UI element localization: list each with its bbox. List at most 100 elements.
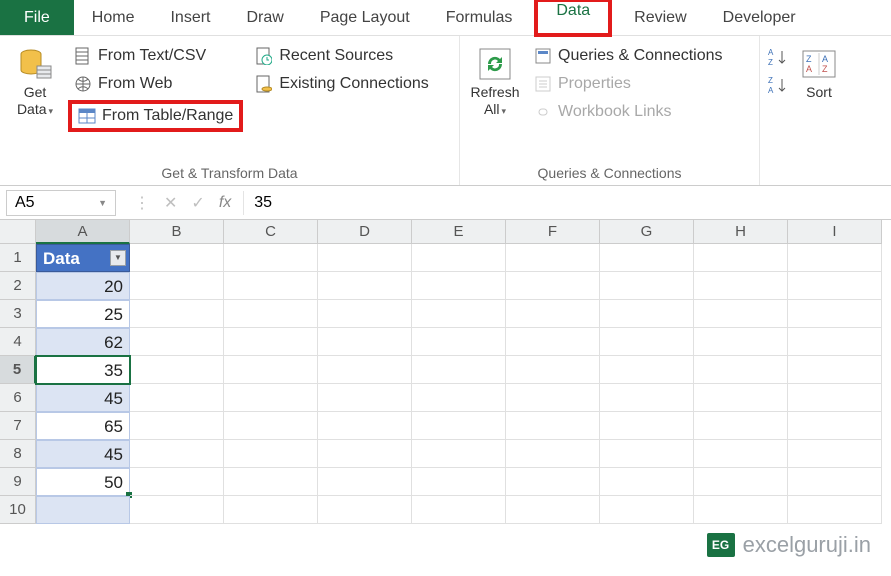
tab-draw[interactable]: Draw (228, 0, 301, 35)
cell[interactable] (788, 440, 882, 468)
refresh-all-button[interactable]: RefreshAll▾ (468, 40, 522, 118)
col-header-H[interactable]: H (694, 220, 788, 244)
sort-asc-button[interactable]: AZ (768, 48, 786, 66)
cell[interactable] (318, 496, 412, 524)
recent-sources-button[interactable]: Recent Sources (249, 44, 434, 68)
cell[interactable] (318, 440, 412, 468)
from-text-csv-button[interactable]: From Text/CSV (68, 44, 243, 68)
cell[interactable] (600, 300, 694, 328)
cell[interactable] (130, 356, 224, 384)
cell[interactable]: 50 (36, 468, 130, 496)
cell[interactable] (412, 496, 506, 524)
cell[interactable] (224, 328, 318, 356)
cell[interactable] (224, 300, 318, 328)
tab-developer[interactable]: Developer (705, 0, 814, 35)
cell[interactable] (694, 384, 788, 412)
cell[interactable] (506, 300, 600, 328)
cell[interactable] (318, 244, 412, 272)
cell[interactable] (694, 300, 788, 328)
cell[interactable] (412, 440, 506, 468)
cell[interactable] (318, 300, 412, 328)
tab-formulas[interactable]: Formulas (428, 0, 531, 35)
cell[interactable] (412, 412, 506, 440)
col-header-C[interactable]: C (224, 220, 318, 244)
tab-review[interactable]: Review (616, 0, 704, 35)
accept-icon[interactable]: ✓ (191, 193, 204, 213)
cell[interactable] (130, 496, 224, 524)
cell[interactable] (600, 272, 694, 300)
cell[interactable] (694, 440, 788, 468)
cell[interactable] (694, 244, 788, 272)
col-header-E[interactable]: E (412, 220, 506, 244)
row-header[interactable]: 7 (0, 412, 36, 440)
cell[interactable] (600, 412, 694, 440)
cell[interactable] (506, 244, 600, 272)
existing-connections-button[interactable]: Existing Connections (249, 72, 434, 96)
cell[interactable] (506, 356, 600, 384)
cell[interactable] (412, 300, 506, 328)
cell[interactable] (506, 384, 600, 412)
cell[interactable] (130, 244, 224, 272)
row-header[interactable]: 9 (0, 468, 36, 496)
cell[interactable] (36, 496, 130, 524)
cell[interactable] (694, 412, 788, 440)
cell[interactable] (130, 328, 224, 356)
tab-file[interactable]: File (0, 0, 74, 35)
cell[interactable] (506, 328, 600, 356)
row-header[interactable]: 10 (0, 496, 36, 524)
cell[interactable] (788, 468, 882, 496)
cell[interactable] (694, 356, 788, 384)
cell[interactable] (506, 496, 600, 524)
cell[interactable] (600, 496, 694, 524)
cell[interactable] (412, 272, 506, 300)
cell[interactable] (694, 496, 788, 524)
cell[interactable] (600, 468, 694, 496)
cell[interactable] (600, 328, 694, 356)
cell[interactable] (506, 440, 600, 468)
cell[interactable] (694, 468, 788, 496)
cell[interactable] (130, 272, 224, 300)
cell[interactable] (788, 384, 882, 412)
cell[interactable]: 35 (36, 356, 130, 384)
tab-data[interactable]: Data (538, 2, 608, 20)
cell[interactable] (788, 496, 882, 524)
cancel-icon[interactable]: ✕ (164, 193, 177, 213)
cell[interactable] (224, 440, 318, 468)
cell[interactable] (224, 272, 318, 300)
queries-connections-button[interactable]: Queries & Connections (528, 44, 729, 68)
cell[interactable] (130, 440, 224, 468)
cell[interactable] (224, 356, 318, 384)
from-table-range-button[interactable]: From Table/Range (68, 100, 243, 132)
cell[interactable] (318, 384, 412, 412)
cell[interactable] (788, 300, 882, 328)
cell[interactable] (318, 412, 412, 440)
cell[interactable] (224, 412, 318, 440)
cell[interactable]: 65 (36, 412, 130, 440)
row-header[interactable]: 6 (0, 384, 36, 412)
cell[interactable] (412, 384, 506, 412)
row-header[interactable]: 8 (0, 440, 36, 468)
row-header[interactable]: 1 (0, 244, 36, 272)
cell[interactable] (224, 468, 318, 496)
cell[interactable]: Data▼ (36, 244, 130, 272)
cell[interactable] (506, 272, 600, 300)
cell[interactable] (412, 244, 506, 272)
col-header-G[interactable]: G (600, 220, 694, 244)
cell[interactable] (600, 384, 694, 412)
properties-button[interactable]: Properties (528, 72, 729, 96)
col-header-B[interactable]: B (130, 220, 224, 244)
col-header-A[interactable]: A (36, 220, 130, 244)
cell[interactable] (506, 412, 600, 440)
name-box[interactable]: A5 ▼ (6, 190, 116, 216)
row-header[interactable]: 2 (0, 272, 36, 300)
cell[interactable] (694, 272, 788, 300)
cell[interactable] (506, 468, 600, 496)
tab-page-layout[interactable]: Page Layout (302, 0, 428, 35)
cell[interactable] (788, 244, 882, 272)
cell[interactable] (600, 356, 694, 384)
cell[interactable] (788, 328, 882, 356)
row-header[interactable]: 5 (0, 356, 36, 384)
tab-insert[interactable]: Insert (152, 0, 228, 35)
tab-home[interactable]: Home (74, 0, 153, 35)
cell[interactable] (412, 356, 506, 384)
